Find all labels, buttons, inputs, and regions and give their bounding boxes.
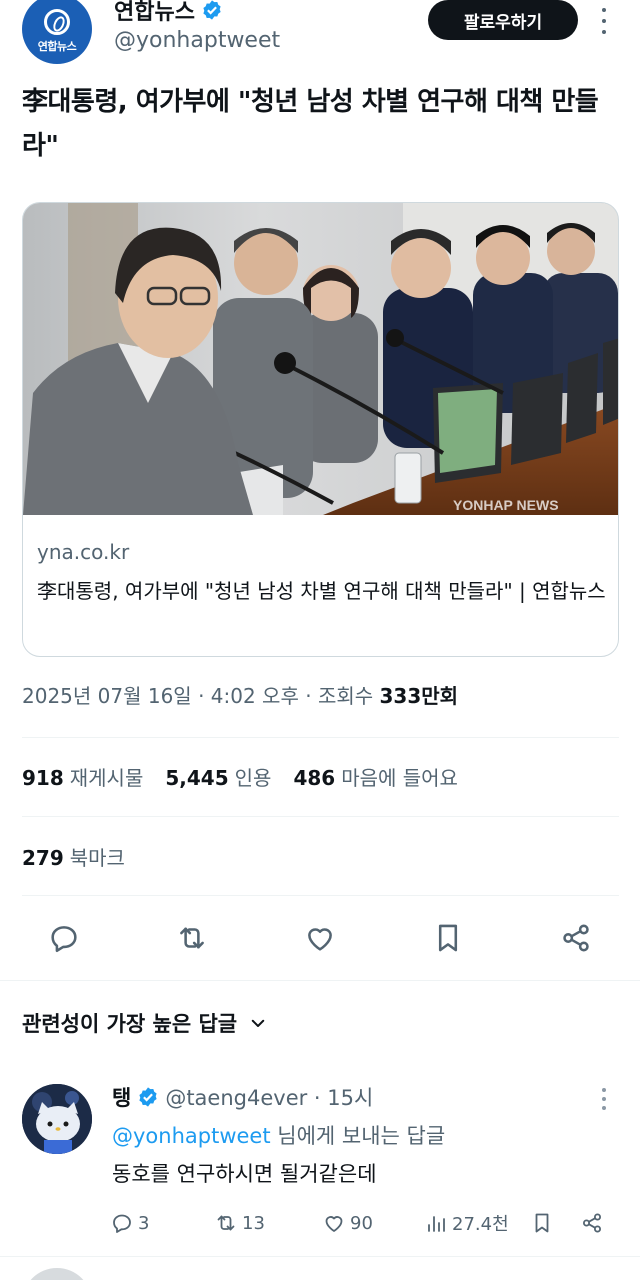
retweets-stat[interactable]: 918 재게시물 (22, 762, 143, 791)
views-label: 조회수 (317, 684, 380, 708)
reply-reply-button[interactable]: 3 (110, 1208, 149, 1238)
reply-more-options-icon[interactable] (598, 1088, 610, 1110)
reply-author-name[interactable]: 탱 (112, 1082, 131, 1112)
divider (22, 816, 619, 817)
replies-sort-dropdown[interactable]: 관련성이 가장 높은 답글 (22, 1008, 267, 1038)
author-name-row[interactable]: 연합뉴스 (114, 0, 223, 26)
bookmark-icon[interactable] (530, 1208, 554, 1238)
quotes-count: 5,445 (165, 766, 229, 790)
card-body[interactable]: yna.co.kr 李대통령, 여가부에 "청년 남성 차별 연구해 대책 만들… (23, 515, 618, 609)
view-count: 27.4천 (452, 1214, 509, 1235)
divider (0, 1256, 640, 1257)
divider (22, 737, 619, 738)
likes-label: 마음에 들어요 (341, 766, 458, 790)
reply-text: 동호를 연구하시면 될거같은데 (112, 1162, 377, 1186)
reply-count: 3 (138, 1212, 150, 1234)
bookmarks-stat[interactable]: 279 북마크 (22, 842, 125, 871)
retweet-count: 13 (242, 1212, 265, 1234)
chevron-down-icon (251, 1019, 265, 1027)
quotes-label: 인용 (234, 766, 272, 790)
like-count: 90 (350, 1212, 373, 1234)
watermark-text: YONHAP NEWS (453, 497, 559, 513)
reply-retweet-button[interactable]: 13 (214, 1208, 265, 1238)
likes-stat[interactable]: 486 마음에 들어요 (293, 762, 458, 791)
divider (0, 980, 640, 981)
bookmarks-label: 북마크 (69, 846, 125, 870)
reply-icon (113, 1214, 131, 1233)
bookmark-icon[interactable] (430, 920, 466, 956)
reply-avatar[interactable] (22, 1084, 92, 1154)
views-icon (428, 1216, 445, 1232)
follow-button[interactable]: 팔로우하기 (428, 0, 578, 40)
tweet-text: 李대통령, 여가부에 "청년 남성 차별 연구해 대책 만들라" (22, 87, 599, 161)
more-options-icon[interactable] (598, 8, 610, 34)
retweets-count: 918 (22, 766, 64, 790)
avatar-logo-text: 연합뉴스 (37, 39, 77, 53)
quotes-stat[interactable]: 5,445 인용 (165, 762, 271, 791)
reply-like-button[interactable]: 90 (322, 1208, 373, 1238)
reply-action-bar: 3 13 90 27.4천 (110, 1208, 610, 1238)
next-reply-avatar[interactable] (22, 1268, 92, 1280)
likes-count: 486 (293, 766, 336, 790)
card-domain[interactable]: yna.co.kr (37, 535, 606, 569)
card-photo: YONHAP NEWS (23, 203, 618, 515)
share-icon[interactable] (558, 920, 594, 956)
verified-badge-icon (203, 0, 221, 20)
link-card[interactable]: YONHAP NEWS yna.co.kr 李대통령, 여가부에 "청년 남성 … (22, 202, 619, 657)
author-handle[interactable]: @yonhaptweet (114, 28, 280, 53)
author-avatar[interactable]: 연합뉴스 (22, 0, 92, 64)
reply-avatar-image (22, 1084, 92, 1154)
reply-to-mention[interactable]: @yonhaptweet (112, 1124, 271, 1148)
reply-author-handle[interactable]: @taeng4ever · 15시 (165, 1082, 373, 1112)
divider (22, 895, 619, 896)
replying-to: @yonhaptweet 님에게 보내는 답글 (112, 1120, 445, 1150)
author-name[interactable]: 연합뉴스 (114, 0, 195, 26)
card-title[interactable]: 李대통령, 여가부에 "청년 남성 차별 연구해 대책 만들라" | 연합뉴스 (37, 573, 606, 609)
card-image[interactable]: YONHAP NEWS (23, 203, 618, 515)
yonhap-logo-icon (44, 8, 70, 35)
reply-header: 탱 @taeng4ever · 15시 (112, 1082, 373, 1112)
verified-badge-icon (139, 1087, 157, 1107)
retweet-icon[interactable] (174, 920, 210, 956)
tweet-timestamp: 2025년 07월 16일 · 4:02 오후 · 조회수 333만회 (22, 680, 458, 709)
replies-sort-label: 관련성이 가장 높은 답글 (22, 1012, 238, 1036)
reply-to-suffix: 님에게 보내는 답글 (270, 1124, 446, 1148)
views-count[interactable]: 333만회 (380, 684, 459, 708)
action-bar (0, 916, 640, 960)
engagement-stats: 918 재게시물 5,445 인용 486 마음에 들어요 (22, 762, 458, 791)
retweets-label: 재게시물 (69, 766, 144, 790)
retweet-icon (217, 1215, 235, 1231)
like-icon[interactable] (302, 920, 338, 956)
bookmarks-count: 279 (22, 846, 64, 870)
like-icon (325, 1216, 343, 1232)
reply-icon[interactable] (46, 920, 82, 956)
reply-views-button[interactable]: 27.4천 (424, 1208, 509, 1238)
timestamp-text[interactable]: 2025년 07월 16일 · 4:02 오후 · (22, 684, 318, 708)
share-icon[interactable] (580, 1208, 604, 1238)
tweet-header: 연합뉴스 연합뉴스 @yonhaptweet 팔로우하기 (0, 0, 640, 70)
